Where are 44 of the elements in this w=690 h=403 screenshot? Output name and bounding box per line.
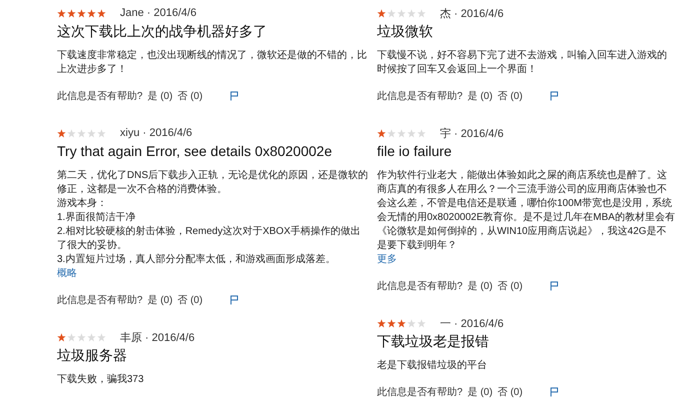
yes-link[interactable]: 是 (0)	[148, 293, 173, 307]
yes-link[interactable]: 是 (0)	[148, 89, 173, 103]
no-link[interactable]: 否 (0)	[498, 385, 523, 399]
helpful-prompt: 此信息是否有帮助?	[57, 294, 143, 307]
review-text: 作为软件行业老大，能做出体验如此之屎的商店系统也是醉了。这商店真的有很多人在用么？一个三流手游公司的应用商店体验也不会这么差，不管是电信还是联通，哪怕你100M带宽也是没用，系统会无情的用0x8020002E教育你。是不是过几年在MBA的教材里会有《论微软是如何倒掉的，从WIN10应用商店说起》，我这42G是不是要下载到明年？	[377, 169, 675, 253]
yes-link[interactable]: 是 (0)	[468, 89, 493, 103]
review-text: 下载失败，骗我373	[57, 373, 145, 387]
no-link[interactable]: 否 (0)	[498, 89, 523, 103]
no-link[interactable]: 否 (0)	[178, 89, 203, 103]
review-author-date: xiyu · 2016/4/6	[120, 127, 192, 139]
helpful-prompt: 此信息是否有帮助?	[57, 90, 143, 103]
review-title: 垃圾服务器	[57, 346, 128, 365]
review-text: 2.相对比较硬核的射击体验，Remedy这次对于XBOX手柄操作的做出了很大的妥协。	[57, 225, 362, 253]
review-author-date: 宇 · 2016/4/6	[440, 126, 504, 140]
review-title: Try that again Error, see details 0x8020002e	[57, 142, 333, 161]
more-link[interactable]: 更多	[377, 253, 397, 267]
flag-icon[interactable]	[550, 281, 559, 291]
review-title: 这次下载比上次的战争机器好多了	[57, 22, 268, 41]
review-text: 老是下载报错垃圾的平台	[377, 359, 488, 373]
review-text: 下载速度非常稳定，也没出现断线的情况了，微软还是做的不错的，比上次进步多了！	[57, 49, 368, 77]
no-link[interactable]: 否 (0)	[498, 279, 523, 293]
yes-link[interactable]: 是 (0)	[468, 385, 493, 399]
review-author-date: 一 · 2016/4/6	[440, 316, 504, 330]
review-text: 1.界面很简洁干净	[57, 211, 136, 225]
review-title: 下载垃圾老是报错	[377, 332, 490, 351]
review-title: file io failure	[377, 142, 453, 161]
flag-icon[interactable]	[230, 295, 239, 305]
review-text: 下载慢不说，好不容易下完了进不去游戏，叫输入回车进入游戏的时候按了回车又会返回上一个界面！	[377, 49, 668, 77]
helpful-prompt: 此信息是否有帮助?	[377, 386, 463, 399]
helpful-prompt: 此信息是否有帮助?	[377, 90, 463, 103]
review-text: 第二天，优化了DNS后下载步入正轨，无论是优化的原因，还是微软的修正，这都是一次不合格的消费体验。	[57, 169, 369, 197]
review-title: 垃圾微软	[377, 22, 434, 41]
no-link[interactable]: 否 (0)	[178, 293, 203, 307]
review-author-date: 丰原 · 2016/4/6	[120, 330, 195, 344]
review-author-date: Jane · 2016/4/6	[120, 7, 196, 19]
flag-icon[interactable]	[550, 91, 559, 101]
review-author-date: 杰 · 2016/4/6	[440, 6, 504, 20]
helpful-prompt: 此信息是否有帮助?	[377, 280, 463, 293]
review-text: 3.内置短片过场，真人部分分配率太低，和游戏画面形成落差。	[57, 253, 336, 267]
flag-icon[interactable]	[230, 91, 239, 101]
flag-icon[interactable]	[550, 387, 559, 397]
review-text: 游戏本身：	[57, 197, 108, 211]
more-link[interactable]: 概略	[57, 267, 77, 281]
yes-link[interactable]: 是 (0)	[468, 279, 493, 293]
